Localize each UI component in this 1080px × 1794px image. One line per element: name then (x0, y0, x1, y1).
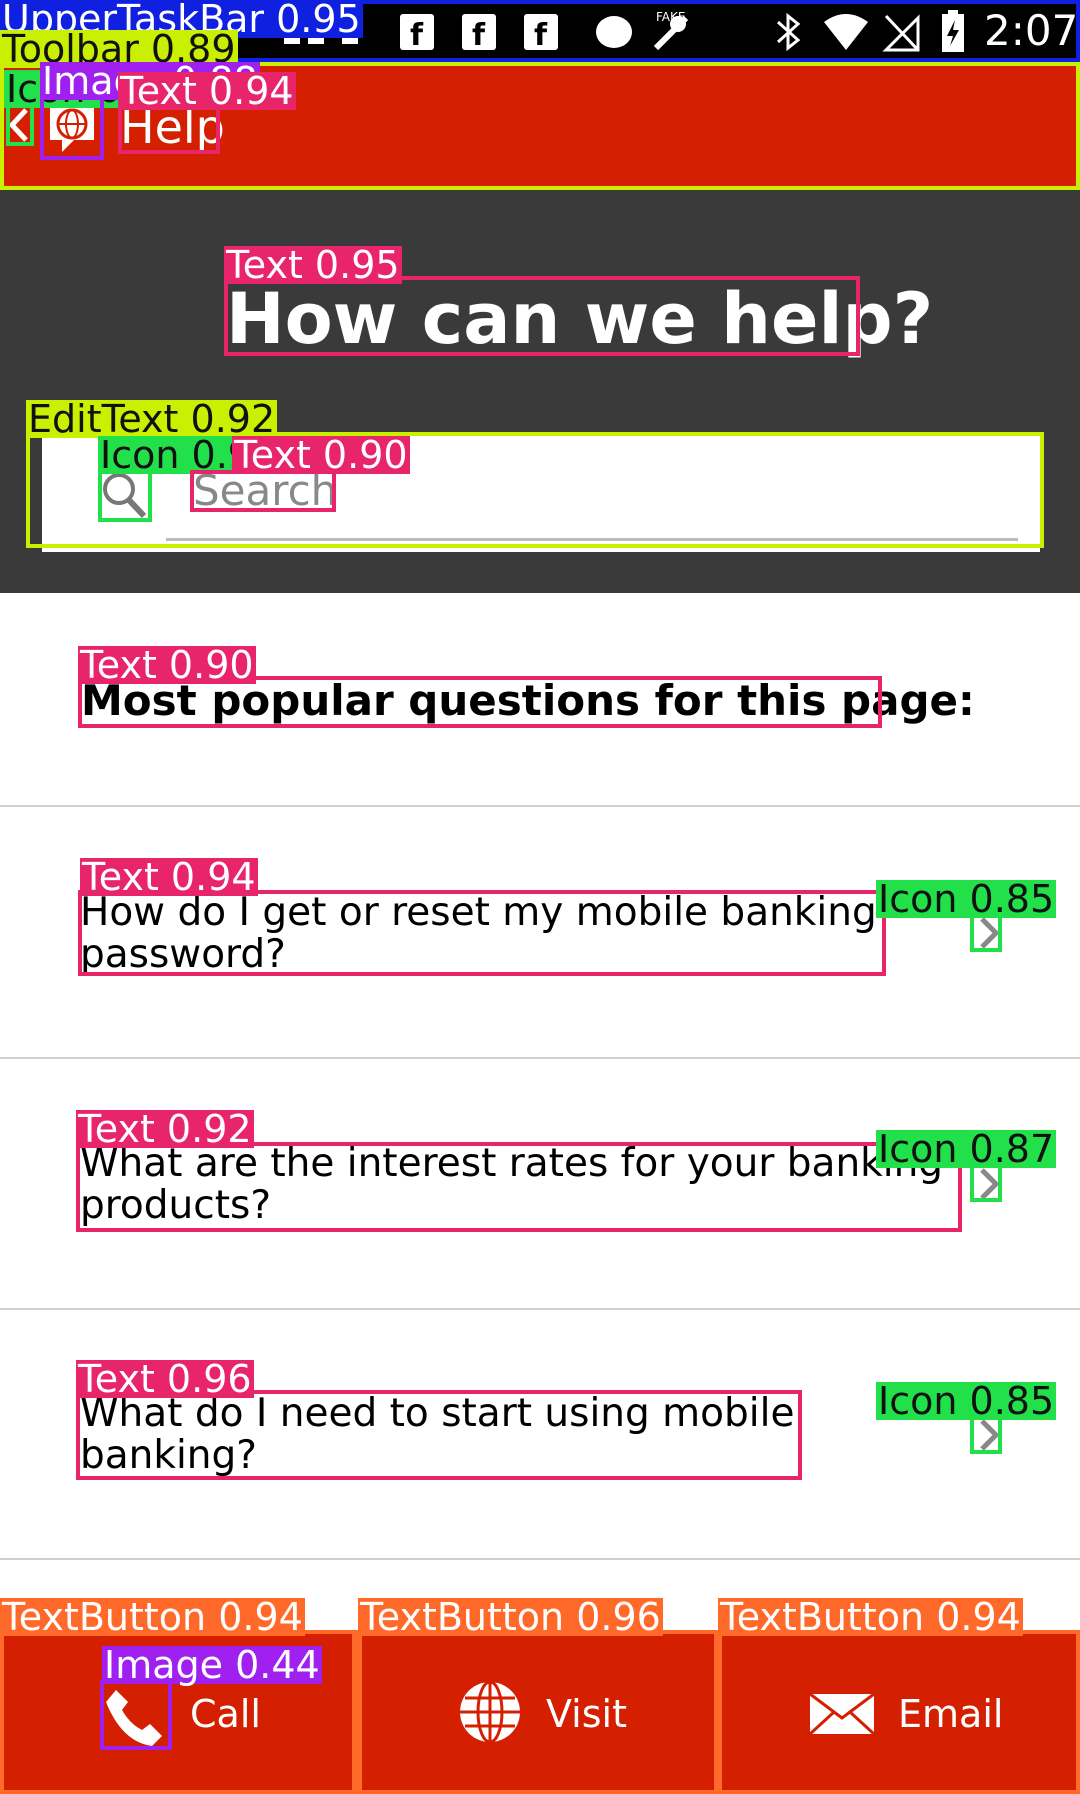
detection-label-q1-text: Text 0.94 (80, 855, 258, 899)
detection-box-q1-text (78, 890, 886, 976)
detection-box-q2-text (76, 1142, 962, 1232)
detection-box-visit-button (356, 1630, 718, 1794)
detection-label-call-button: TextButton 0.94 (0, 1595, 305, 1639)
divider (0, 1558, 1080, 1560)
detection-box-heading-text (224, 276, 860, 356)
detection-label-q1-icon: Icon 0.85 (876, 877, 1057, 921)
detection-label-visit-button: TextButton 0.96 (358, 1595, 663, 1639)
detection-box-email-button (716, 1630, 1080, 1794)
detection-label-popular-text: Text 0.90 (78, 643, 256, 687)
detection-box-q3-text (76, 1390, 802, 1480)
detection-label-q3-text: Text 0.96 (76, 1357, 254, 1401)
detection-label-email-button: TextButton 0.94 (718, 1595, 1023, 1639)
detection-box-phone-image (100, 1680, 172, 1750)
detection-label-heading-text: Text 0.95 (224, 243, 402, 287)
detection-label-help-text: Text 0.94 (118, 69, 296, 113)
detection-label-q3-icon: Icon 0.85 (876, 1379, 1057, 1423)
detection-label-q2-text: Text 0.92 (76, 1107, 254, 1151)
detection-label-phone-image: Image 0.44 (102, 1643, 322, 1687)
detection-label-search-text: Text 0.90 (232, 433, 410, 477)
detection-label-q2-icon: Icon 0.87 (876, 1127, 1057, 1171)
detection-box-logo-image (40, 96, 104, 160)
